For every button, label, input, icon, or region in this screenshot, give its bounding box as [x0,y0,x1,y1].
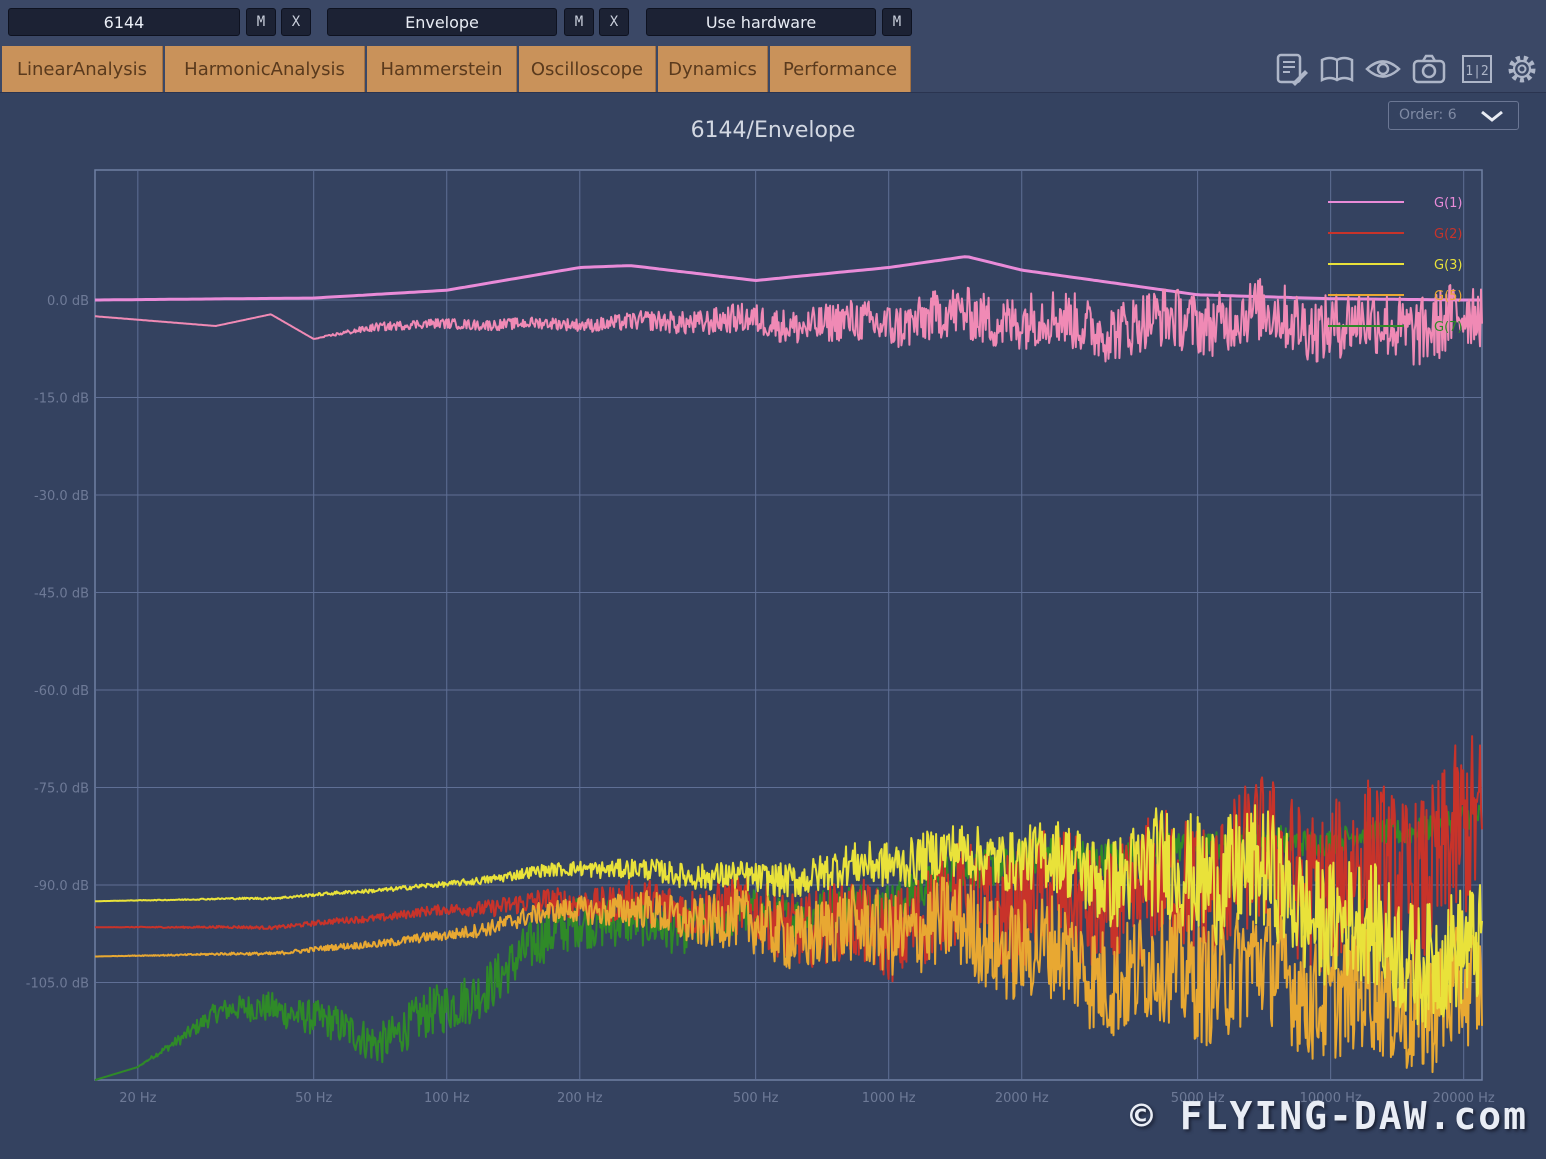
y-tick-label: -75.0 dB [34,782,89,797]
frequency-response-chart: 20 Hz 50 Hz 100 Hz 200 Hz 500 Hz 1000 Hz 2000 … [26,169,1495,1106]
x-tick-label: 2000 Hz [995,1091,1049,1106]
y-tick-label: -15.0 dB [34,392,89,407]
legend-label: G(1) [1434,196,1463,211]
series-g1 [95,255,1482,302]
y-tick-label: -90.0 dB [34,879,89,894]
x-tick-label: 1000 Hz [862,1091,916,1106]
x-tick-label: 500 Hz [733,1091,779,1106]
x-tick-label: 50 Hz [295,1091,332,1106]
x-tick-label: 20 Hz [119,1091,156,1106]
y-axis-ticks: 0.0 dB -15.0 dB -30.0 dB -45.0 dB -60.0 dB -7… [26,294,89,992]
series-g1-measured [95,278,1483,366]
watermark: © FLYING-DAW.com [1129,1094,1528,1138]
chart-series [94,255,1483,1081]
y-tick-label: 0.0 dB [47,294,89,309]
x-tick-label: 100 Hz [424,1091,470,1106]
legend-label: G(3) [1434,258,1463,273]
legend-label: G(5) [1434,289,1463,304]
y-tick-label: -45.0 dB [34,587,89,602]
y-tick-label: -105.0 dB [26,977,89,992]
legend-label: G(7) [1434,320,1463,335]
x-tick-label: 200 Hz [557,1091,603,1106]
y-tick-label: -30.0 dB [34,489,89,504]
y-tick-label: -60.0 dB [34,684,89,699]
legend-label: G(2) [1434,227,1463,242]
